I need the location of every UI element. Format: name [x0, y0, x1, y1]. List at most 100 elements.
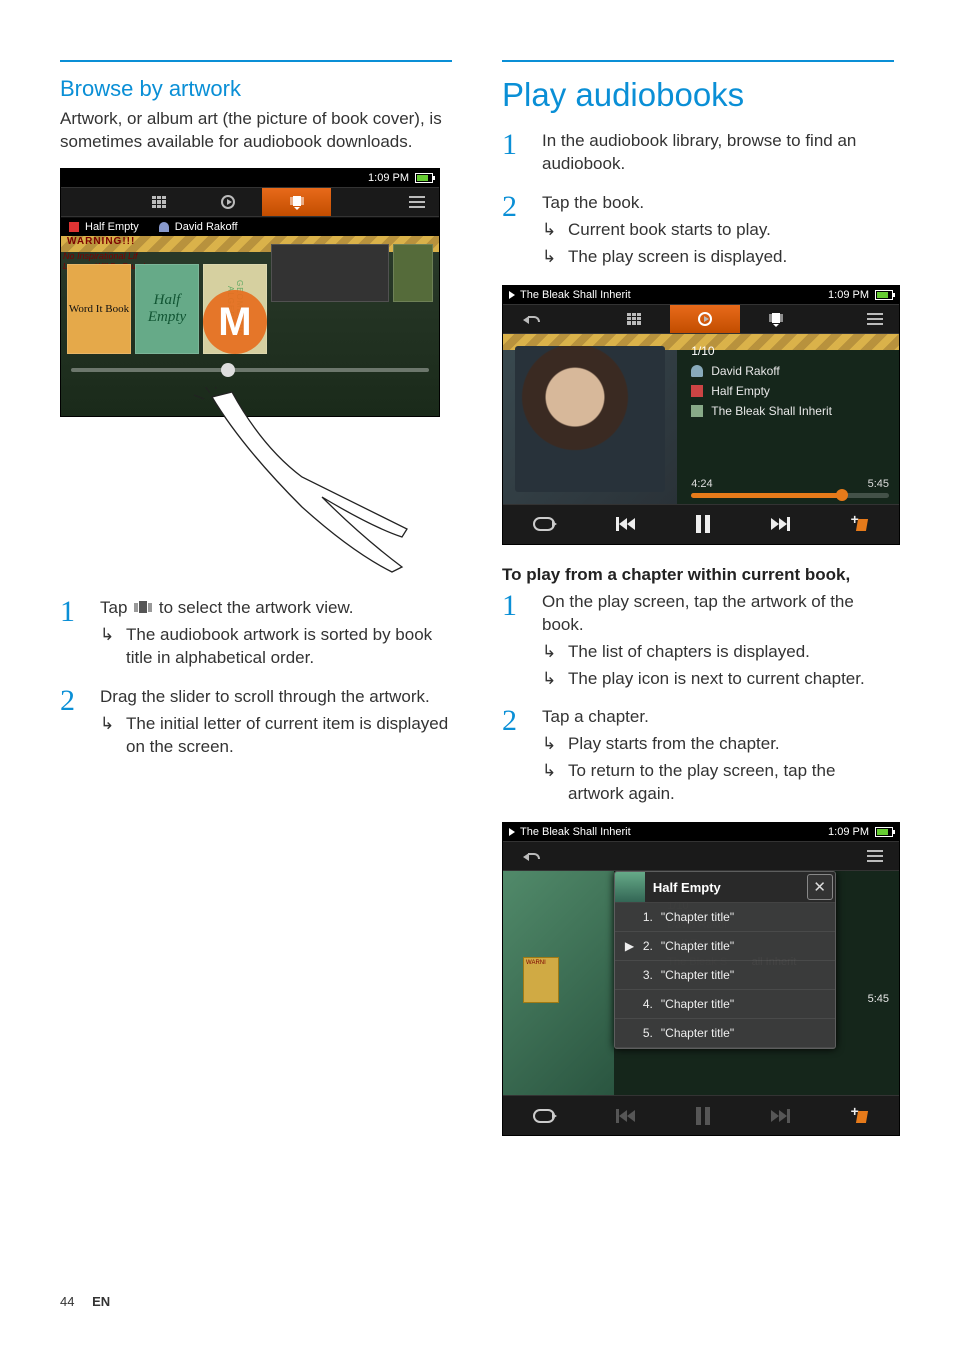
book-artwork[interactable] — [503, 334, 677, 504]
chapter-number: 5. — [643, 1026, 653, 1040]
section-rule — [60, 60, 452, 62]
step-text-post: to select the artwork view. — [159, 598, 354, 617]
play-indicator-icon — [509, 828, 515, 836]
chapter-title: "Chapter title" — [661, 1026, 734, 1040]
coverflow-icon — [767, 313, 785, 325]
result-arrow-icon: ↳ — [542, 246, 558, 269]
device-screenshot-2: The Bleak Shall Inherit 1:09 PM — [502, 285, 900, 545]
pause-button[interactable] — [696, 1107, 710, 1125]
tab-artwork-view[interactable] — [262, 188, 331, 216]
result-arrow-icon: ↳ — [100, 624, 116, 670]
cover-word-it-book[interactable]: Word It Book — [67, 264, 131, 354]
result-text: The play icon is next to current chapter… — [568, 668, 894, 691]
close-button[interactable]: ✕ — [807, 874, 833, 900]
back-icon — [523, 849, 539, 863]
meta-title: Half Empty — [85, 221, 139, 233]
heading-browse-artwork: Browse by artwork — [60, 76, 452, 102]
device-screenshot-1: 1:09 PM Half Empty David Rakoff — [60, 168, 440, 417]
result-text: The list of chapters is displayed. — [568, 641, 894, 664]
progress-bar[interactable] — [691, 493, 889, 498]
menu-icon — [867, 313, 883, 325]
step-2: 2 Drag the slider to scroll through the … — [60, 686, 452, 763]
step-number: 1 — [60, 597, 82, 674]
tab-now-playing[interactable] — [670, 305, 741, 333]
cover-collage[interactable] — [271, 244, 389, 302]
step-number: 2 — [60, 686, 82, 763]
time-elapsed: 4:24 — [691, 478, 712, 490]
menu-icon — [409, 196, 425, 208]
bookmark-button[interactable] — [851, 1107, 869, 1125]
coverflow-inline-icon — [132, 601, 154, 615]
intro-paragraph: Artwork, or album art (the picture of bo… — [60, 108, 452, 154]
figure-play-screen: The Bleak Shall Inherit 1:09 PM — [502, 285, 894, 545]
result-text: To return to the play screen, tap the ar… — [568, 760, 894, 806]
tab-now-playing[interactable] — [194, 188, 263, 216]
result-arrow-icon: ↳ — [542, 641, 558, 664]
hand-illustration — [182, 387, 412, 577]
step-a2: 2 Tap the book. ↳Current book starts to … — [502, 192, 894, 273]
grid-icon — [152, 196, 166, 208]
progress-knob[interactable] — [836, 489, 848, 501]
book-text: Half Empty — [711, 384, 770, 398]
next-button[interactable] — [771, 517, 790, 531]
clock: 1:09 PM — [828, 826, 869, 838]
chapter-number: 4. — [643, 997, 653, 1011]
slider-knob[interactable] — [221, 363, 235, 377]
playback-controls — [503, 1095, 899, 1135]
grid-icon — [627, 313, 641, 325]
step-text-pre: Tap — [100, 598, 132, 617]
result-arrow-icon: ↳ — [542, 219, 558, 242]
chapter-row[interactable]: ▶4."Chapter title" — [615, 990, 835, 1019]
chapter-title: "Chapter title" — [661, 968, 734, 982]
step-text: Drag the slider to scroll through the ar… — [100, 686, 452, 709]
menu-button[interactable] — [395, 188, 439, 216]
menu-button[interactable] — [851, 842, 899, 870]
time-total: 5:45 — [868, 478, 889, 490]
bg-warning-thumb: WARNI — [523, 957, 559, 1003]
back-button[interactable] — [503, 842, 559, 870]
step-b1: 1 On the play screen, tap the artwork of… — [502, 591, 894, 695]
page-footer: 44 EN — [60, 1294, 110, 1309]
book-icon — [691, 385, 703, 397]
next-button[interactable] — [771, 1109, 790, 1123]
coverflow-icon — [288, 196, 306, 208]
play-circle-icon — [221, 195, 235, 209]
pause-button[interactable] — [696, 515, 710, 533]
bookmark-button[interactable] — [851, 515, 869, 533]
back-button[interactable] — [503, 305, 559, 333]
tab-list-view[interactable] — [599, 305, 670, 333]
step-number: 2 — [502, 192, 524, 273]
person-icon — [159, 222, 169, 232]
subheading-chapter: To play from a chapter within current bo… — [502, 565, 894, 585]
chapter-row[interactable]: ▶1."Chapter title" — [615, 903, 835, 932]
chapter-number: 2. — [643, 939, 653, 953]
page-number: 44 — [60, 1294, 74, 1309]
chapter-icon — [691, 405, 703, 417]
result-arrow-icon: ↳ — [542, 733, 558, 756]
play-circle-icon — [698, 312, 712, 326]
result-text: Current book starts to play. — [568, 219, 894, 242]
tab-list-view[interactable] — [125, 188, 194, 216]
repeat-button[interactable] — [533, 517, 555, 531]
chapter-number: 1. — [643, 910, 653, 924]
chapter-row[interactable]: ▶2."Chapter title" — [615, 932, 835, 961]
step-b2: 2 Tap a chapter. ↳Play starts from the c… — [502, 706, 894, 810]
title-text: The Bleak Shall Inherit — [520, 826, 631, 838]
battery-icon — [415, 173, 433, 183]
scroll-slider[interactable] — [71, 368, 429, 372]
previous-button[interactable] — [616, 1109, 635, 1123]
device-screenshot-3: The Bleak Shall Inherit 1:09 PM WARNI 1/… — [502, 822, 900, 1136]
cover-half-empty[interactable]: Half Empty — [135, 264, 199, 354]
battery-icon — [875, 827, 893, 837]
repeat-button[interactable] — [533, 1109, 555, 1123]
chapter-row[interactable]: ▶5."Chapter title" — [615, 1019, 835, 1048]
menu-button[interactable] — [851, 305, 899, 333]
chapter-row[interactable]: ▶3."Chapter title" — [615, 961, 835, 990]
letter-badge: M — [203, 290, 267, 354]
author-text: David Rakoff — [711, 364, 779, 378]
tab-artwork-view[interactable] — [740, 305, 811, 333]
cover-landscape[interactable] — [393, 244, 433, 302]
track-info: 1/10 David Rakoff Half Empty The Bleak S… — [677, 334, 899, 504]
previous-button[interactable] — [616, 517, 635, 531]
playing-icon: ▶ — [625, 939, 635, 953]
